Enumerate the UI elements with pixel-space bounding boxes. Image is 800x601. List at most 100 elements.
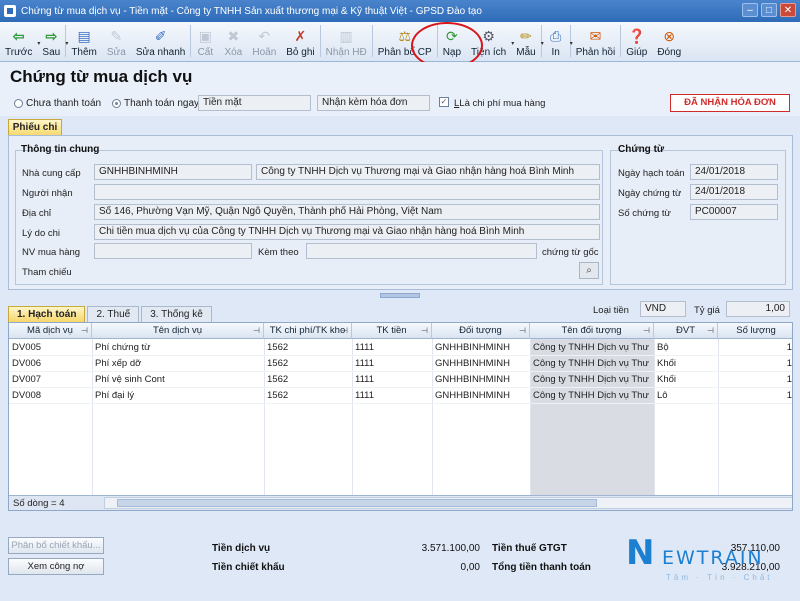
- reference-search-button[interactable]: ⌕: [579, 262, 599, 279]
- table-row[interactable]: DV006 Phí xếp dỡ 1562 1111 GNHHBINHMINH …: [9, 356, 792, 372]
- status-badge: ĐÃ NHẬN HÓA ĐƠN: [670, 94, 790, 112]
- add-button[interactable]: ▤ Thêm: [66, 21, 102, 61]
- posting-date-label: Ngày hạch toán: [618, 168, 685, 179]
- tab-voucher[interactable]: Phiếu chi: [8, 119, 62, 136]
- table-row[interactable]: DV008 Phí đại lý 1562 1111 GNHHBINHMINH …: [9, 388, 792, 404]
- template-icon: ✏: [520, 28, 532, 44]
- currency-select[interactable]: VND: [640, 301, 686, 317]
- purchase-expense-checkbox[interactable]: ✓: [439, 97, 449, 107]
- discount-label: Tiền chiết khấu: [212, 562, 285, 573]
- col-header-expense-account[interactable]: TK chi phí/TK kho ⊣: [264, 323, 352, 339]
- total-label: Tổng tiền thanh toán: [492, 562, 591, 573]
- help-button[interactable]: ❓ Giúp: [621, 21, 652, 61]
- voucher-date-label: Ngày chứng từ: [618, 188, 682, 199]
- vat-label: Tiền thuế GTGT: [492, 543, 567, 554]
- col-header-unit[interactable]: ĐVT ⊣: [654, 323, 718, 339]
- search-icon: ⌕: [586, 265, 592, 276]
- save-icon: ▣: [198, 28, 212, 44]
- buyer-label: NV mua hàng: [22, 247, 81, 258]
- rate-label: Tỷ giá: [694, 305, 720, 316]
- edit-button[interactable]: ✎ Sửa: [102, 21, 131, 61]
- col-header-quantity[interactable]: Số lượng: [718, 323, 792, 339]
- scrollbar-thumb[interactable]: [117, 499, 597, 507]
- unpost-button[interactable]: ✗ Bỏ ghi: [281, 21, 319, 61]
- supplier-name-field[interactable]: Công ty TNHH Dịch vụ Thương mại và Giao …: [256, 164, 600, 180]
- posting-date-field[interactable]: 24/01/2018: [690, 164, 778, 180]
- newtrain-logo: N EWTRAIN Tâm · Tín · Chất: [626, 533, 773, 582]
- app-icon: [4, 5, 16, 17]
- next-button[interactable]: ⇨ Sau ▾: [37, 21, 68, 61]
- close-window-button[interactable]: ✕: [780, 3, 796, 17]
- attach-field[interactable]: [306, 243, 537, 259]
- radio-paid-dot[interactable]: [112, 99, 121, 108]
- row-count: Số dòng = 4: [13, 498, 65, 509]
- help-icon: ❓: [628, 28, 646, 44]
- col-header-object[interactable]: Đối tượng ⊣: [432, 323, 530, 339]
- quick-edit-icon: ✐: [154, 28, 167, 44]
- quick-edit-button[interactable]: ✐ Sửa nhanh: [131, 21, 191, 61]
- supplier-label: Nhà cung cấp: [22, 168, 81, 179]
- print-button[interactable]: ⎙ In ▾: [542, 21, 573, 61]
- radio-paid-label: Thanh toán ngay: [124, 98, 200, 109]
- receiver-field[interactable]: [94, 184, 600, 200]
- tab-accounting[interactable]: 1. Hạch toán: [8, 306, 86, 322]
- tab-statistics[interactable]: 3. Thống kê: [141, 306, 212, 322]
- add-document-icon: ▤: [77, 28, 91, 44]
- radio-unpaid[interactable]: Chưa thanh toán: [14, 98, 101, 109]
- undo-icon: ↶: [258, 28, 271, 44]
- maximize-button[interactable]: □: [761, 3, 777, 17]
- horizontal-scrollbar[interactable]: [104, 497, 792, 509]
- prev-button[interactable]: ⇦ Trước ▾: [0, 21, 40, 61]
- service-amount-label: Tiền dịch vụ: [212, 543, 271, 554]
- grid-header: Mã dịch vụ ⊣ Tên dịch vụ ⊣ TK chi phí/TK k…: [9, 323, 792, 339]
- buyer-field[interactable]: [94, 243, 252, 259]
- save-button[interactable]: ▣ Cất: [191, 21, 219, 61]
- feedback-button[interactable]: ✉ Phản hồi: [571, 21, 620, 61]
- general-info-title: Thông tin chung: [21, 144, 100, 155]
- undo-button[interactable]: ↶ Hoãn: [247, 21, 281, 61]
- tab-tax[interactable]: 2. Thuế: [87, 306, 140, 322]
- detail-tabs: 1. Hạch toán 2. Thuế 3. Thống kê: [8, 306, 214, 322]
- col-header-service-code[interactable]: Mã dịch vụ ⊣: [9, 323, 92, 339]
- print-icon: ⎙: [550, 28, 562, 44]
- edit-icon: ✎: [110, 28, 123, 44]
- arrow-left-icon: ⇦: [12, 28, 25, 44]
- radio-unpaid-dot[interactable]: [14, 99, 23, 108]
- col-header-cash-account[interactable]: TK tiền ⊣: [352, 323, 432, 339]
- receive-invoice-button[interactable]: ▥ Nhận HĐ: [321, 21, 372, 61]
- table-row[interactable]: DV005 Phí chứng từ 1562 1111 GNHHBINHMIN…: [9, 340, 792, 356]
- window-title: Chứng từ mua dịch vụ - Tiền mặt - Công t…: [21, 5, 482, 17]
- panel-splitter[interactable]: [380, 293, 420, 298]
- invoice-option-select[interactable]: Nhận kèm hóa đơn: [317, 95, 430, 111]
- radio-unpaid-label: Chưa thanh toán: [26, 98, 102, 109]
- receive-invoice-icon: ▥: [339, 28, 353, 44]
- address-label: Địa chỉ: [22, 208, 52, 219]
- template-button[interactable]: ✏ Mẫu ▾: [511, 21, 543, 61]
- delete-button[interactable]: ✖ Xóa: [219, 21, 247, 61]
- detail-grid: Mã dịch vụ ⊣ Tên dịch vụ ⊣ TK chi phí/TK k…: [8, 322, 793, 511]
- title-bar: Chứng từ mua dịch vụ - Tiền mặt - Công t…: [0, 0, 800, 22]
- voucher-no-field[interactable]: PC00007: [690, 204, 778, 220]
- voucher-date-field[interactable]: 24/01/2018: [690, 184, 778, 200]
- voucher-no-label: Số chứng từ: [618, 208, 671, 219]
- receiver-label: Người nhận: [22, 188, 73, 199]
- payment-method-select[interactable]: Tiền mặt: [198, 95, 311, 111]
- service-amount-value: 3.571.100,00: [421, 543, 480, 554]
- purchase-expense-label: LLà chi phí mua hàng: [454, 98, 546, 109]
- arrow-right-icon: ⇨: [45, 28, 58, 44]
- close-button[interactable]: ⊗ Đóng: [652, 21, 686, 61]
- currency-label: Loại tiền: [593, 305, 629, 316]
- table-row[interactable]: DV007 Phí vệ sinh Cont 1562 1111 GNHHBIN…: [9, 372, 792, 388]
- rate-field[interactable]: 1,00: [726, 301, 790, 317]
- view-debt-button[interactable]: Xem công nợ: [8, 558, 104, 575]
- voucher-info-title: Chứng từ: [618, 144, 665, 155]
- discount-value: 0,00: [460, 562, 480, 573]
- address-field[interactable]: Số 146, Phường Vạn Mỹ, Quận Ngô Quyền, T…: [94, 204, 600, 220]
- col-header-object-name[interactable]: Tên đối tượng ⊣: [530, 323, 654, 339]
- radio-paid[interactable]: Thanh toán ngay: [112, 98, 199, 109]
- supplier-code-field[interactable]: GNHHBINHMINH: [94, 164, 252, 180]
- allocate-discount-button[interactable]: Phân bổ chiết khấu...: [8, 537, 104, 554]
- minimize-button[interactable]: –: [742, 3, 758, 17]
- col-header-service-name[interactable]: Tên dịch vụ ⊣: [92, 323, 264, 339]
- reason-field[interactable]: Chi tiền mua dịch vụ của Công ty TNHH Dị…: [94, 224, 600, 240]
